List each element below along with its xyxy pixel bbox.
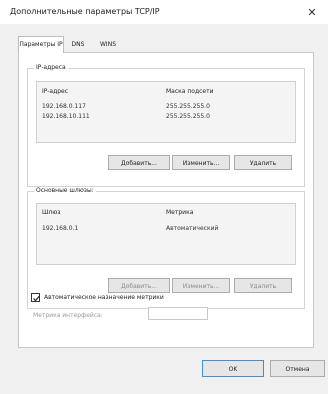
tab-ip-settings[interactable]: Параметры IP — [18, 36, 64, 53]
column-subnet-mask: Маска подсети — [166, 88, 214, 95]
tab-panel: IP-адреса IP-адрес Маска подсети 192.168… — [18, 52, 314, 348]
tab-dns[interactable]: DNS — [65, 38, 91, 51]
ip-address-list[interactable]: IP-адрес Маска подсети 192.168.0.117 255… — [36, 81, 296, 143]
gateways-group: Основные шлюзы: Шлюз Метрика 192.168.0.1… — [27, 187, 305, 309]
ip-remove-button[interactable]: Удалить — [234, 155, 292, 170]
ip-row-1-mask[interactable]: 255.255.255.0 — [166, 103, 210, 110]
gateway-edit-button[interactable]: Изменить... — [172, 278, 230, 293]
gateway-remove-button[interactable]: Удалить — [234, 278, 292, 293]
cancel-button[interactable]: Отмена — [270, 360, 325, 377]
advanced-tcpip-dialog: Дополнительные параметры TCP/IP ✕ Параме… — [0, 0, 328, 394]
checkmark-icon — [33, 295, 40, 302]
column-metric: Метрика — [166, 209, 194, 216]
window-title: Дополнительные параметры TCP/IP — [10, 7, 160, 16]
ip-edit-button[interactable]: Изменить... — [172, 155, 230, 170]
interface-metric-field[interactable] — [148, 307, 208, 320]
gateway-row-1-address[interactable]: 192.168.0.1 — [42, 225, 78, 232]
gateways-label: Основные шлюзы: — [34, 187, 96, 194]
gateway-row-1-metric[interactable]: Автоматический — [166, 225, 218, 232]
title-bar: Дополнительные параметры TCP/IP ✕ — [0, 0, 328, 24]
column-ip-address: IP-адрес — [42, 88, 69, 95]
interface-metric-label: Метрика интерфейса: — [33, 312, 103, 319]
gateway-add-button[interactable]: Добавить... — [108, 278, 170, 293]
ok-button[interactable]: OK — [202, 360, 264, 377]
ip-add-button[interactable]: Добавить... — [108, 155, 170, 170]
column-gateway: Шлюз — [42, 209, 61, 216]
close-icon[interactable]: ✕ — [296, 0, 328, 24]
ip-row-1-address[interactable]: 192.168.0.117 — [42, 103, 86, 110]
tab-wins[interactable]: WINS — [93, 38, 123, 51]
ip-row-2-mask[interactable]: 255.255.255.0 — [166, 113, 210, 120]
gateway-list[interactable]: Шлюз Метрика 192.168.0.1 Автоматический — [36, 203, 296, 265]
ip-addresses-label: IP-адреса — [34, 64, 68, 71]
auto-metric-checkbox[interactable] — [31, 293, 40, 302]
auto-metric-label: Автоматическое назначение метрики — [44, 294, 164, 301]
ip-row-2-address[interactable]: 192.168.10.111 — [42, 113, 90, 120]
ip-addresses-group: IP-адреса IP-адрес Маска подсети 192.168… — [27, 64, 305, 187]
